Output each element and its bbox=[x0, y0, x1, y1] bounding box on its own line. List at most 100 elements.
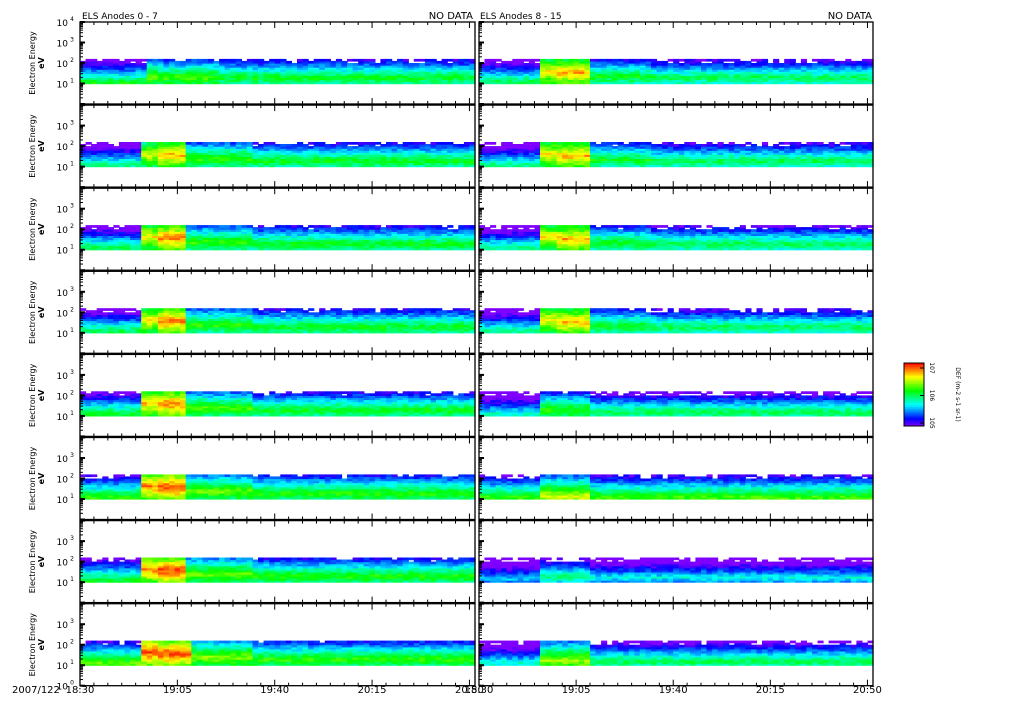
heatmap-cell bbox=[252, 58, 259, 62]
heatmap-cell bbox=[458, 144, 465, 147]
heatmap-cell bbox=[230, 225, 237, 228]
heatmap-cell bbox=[80, 391, 87, 394]
heatmap-cell bbox=[386, 308, 393, 311]
y-tick-label: 10 bbox=[57, 289, 69, 299]
heatmap-cell bbox=[246, 391, 254, 394]
heatmap-cell bbox=[146, 391, 153, 394]
y-tick-exponent: 2 bbox=[70, 140, 74, 147]
heatmap-cell bbox=[208, 142, 215, 145]
heatmap-cell bbox=[285, 144, 292, 147]
heatmap-cell bbox=[280, 312, 287, 315]
heatmap-cell bbox=[124, 312, 131, 315]
panel-anode-0: 10 110 210 310 4Electron Energy eV bbox=[28, 16, 476, 105]
heatmap-cell bbox=[463, 225, 471, 228]
heatmap-cell bbox=[452, 58, 459, 62]
heatmap-cell bbox=[163, 58, 170, 62]
heatmap-cell bbox=[291, 225, 298, 228]
heatmap-cell bbox=[96, 308, 103, 311]
heatmap-cell bbox=[441, 227, 448, 230]
y-axis-unit: eV bbox=[37, 389, 46, 401]
heatmap-cell bbox=[146, 142, 153, 145]
heatmap-cell bbox=[280, 225, 287, 228]
heatmap-cell bbox=[141, 391, 148, 394]
heatmap-cell bbox=[152, 308, 159, 311]
heatmap-cell bbox=[308, 225, 315, 228]
heatmap-cell bbox=[308, 60, 315, 64]
heatmap-cell bbox=[208, 58, 215, 62]
heatmap-cell bbox=[235, 58, 242, 62]
heatmap-cell bbox=[463, 393, 471, 396]
heatmap-cell bbox=[102, 391, 109, 394]
heatmap-cell bbox=[308, 142, 315, 145]
heatmap-cell bbox=[397, 393, 404, 396]
heatmap-cell bbox=[413, 58, 420, 62]
heatmap-cell bbox=[347, 225, 354, 228]
heatmap-cell bbox=[174, 225, 181, 228]
heatmap-cell bbox=[107, 308, 114, 311]
heatmap-cell bbox=[280, 308, 287, 311]
heatmap-cell bbox=[219, 142, 226, 145]
heatmap-cell bbox=[180, 225, 187, 228]
heatmap-cell bbox=[347, 310, 354, 313]
heatmap-cell bbox=[424, 58, 432, 62]
y-tick-label: 10 bbox=[57, 19, 69, 29]
heatmap-cell bbox=[146, 225, 153, 228]
heatmap-cell bbox=[352, 225, 359, 228]
heatmap-cell bbox=[102, 308, 109, 311]
heatmap-cell bbox=[224, 391, 231, 394]
heatmap-cell bbox=[313, 312, 320, 315]
heatmap-cell bbox=[85, 225, 92, 228]
heatmap-cell bbox=[386, 58, 393, 62]
heatmap-cell bbox=[374, 225, 382, 228]
heatmap-cell bbox=[335, 308, 343, 311]
heatmap-cell bbox=[335, 142, 343, 145]
heatmap-cell bbox=[185, 225, 192, 228]
heatmap-cell bbox=[447, 391, 454, 394]
heatmap-cell bbox=[274, 393, 281, 396]
heatmap-cell bbox=[196, 308, 203, 311]
heatmap-cell bbox=[285, 60, 292, 64]
heatmap-cell bbox=[91, 225, 98, 228]
heatmap-cell bbox=[452, 144, 459, 147]
heatmap-cell bbox=[363, 58, 370, 62]
heatmap-cell bbox=[107, 144, 114, 147]
heatmap-cell bbox=[85, 478, 92, 482]
y-tick-exponent: 2 bbox=[70, 306, 74, 313]
heatmap-cell bbox=[380, 227, 387, 230]
panel-anode-2: 10 110 210 3Electron Energy eV bbox=[28, 187, 476, 272]
heatmap-cell bbox=[297, 58, 304, 62]
heatmap-cell bbox=[363, 225, 370, 228]
heatmap-cell bbox=[319, 225, 326, 228]
heatmap-cell bbox=[85, 142, 92, 145]
heatmap-cell bbox=[263, 227, 270, 230]
heatmap-cell bbox=[96, 478, 103, 482]
heatmap-cell bbox=[285, 225, 292, 228]
heatmap-cell bbox=[347, 58, 354, 62]
heatmap-cell bbox=[463, 308, 471, 311]
heatmap-cell bbox=[402, 391, 409, 394]
heatmap-cell bbox=[241, 308, 248, 311]
heatmap-cell bbox=[185, 474, 192, 478]
heatmap-cell bbox=[463, 58, 471, 62]
y-tick-label: 10 bbox=[57, 164, 69, 174]
heatmap-cell bbox=[269, 58, 276, 62]
y-tick-label: 10 bbox=[57, 40, 69, 50]
heatmap-cell bbox=[102, 225, 109, 228]
y-tick-exponent: 2 bbox=[70, 223, 74, 230]
y-axis-unit: eV bbox=[37, 306, 46, 318]
heatmap-cell bbox=[313, 58, 320, 62]
heatmap-cell bbox=[118, 142, 126, 145]
y-tick-exponent: 1 bbox=[70, 410, 74, 417]
heatmap-cell bbox=[347, 391, 354, 394]
heatmap-cell bbox=[302, 144, 309, 147]
heatmap-cell bbox=[335, 227, 343, 230]
heatmap-cell bbox=[397, 310, 404, 313]
heatmap-cell bbox=[241, 391, 248, 394]
heatmap-cell bbox=[330, 60, 337, 64]
heatmap-cell bbox=[96, 60, 103, 64]
heatmap-cell bbox=[424, 144, 432, 147]
y-tick-exponent: 2 bbox=[70, 389, 74, 396]
heatmap-cell bbox=[291, 144, 298, 147]
heatmap-cell bbox=[374, 146, 382, 149]
heatmap-cell bbox=[124, 58, 131, 62]
